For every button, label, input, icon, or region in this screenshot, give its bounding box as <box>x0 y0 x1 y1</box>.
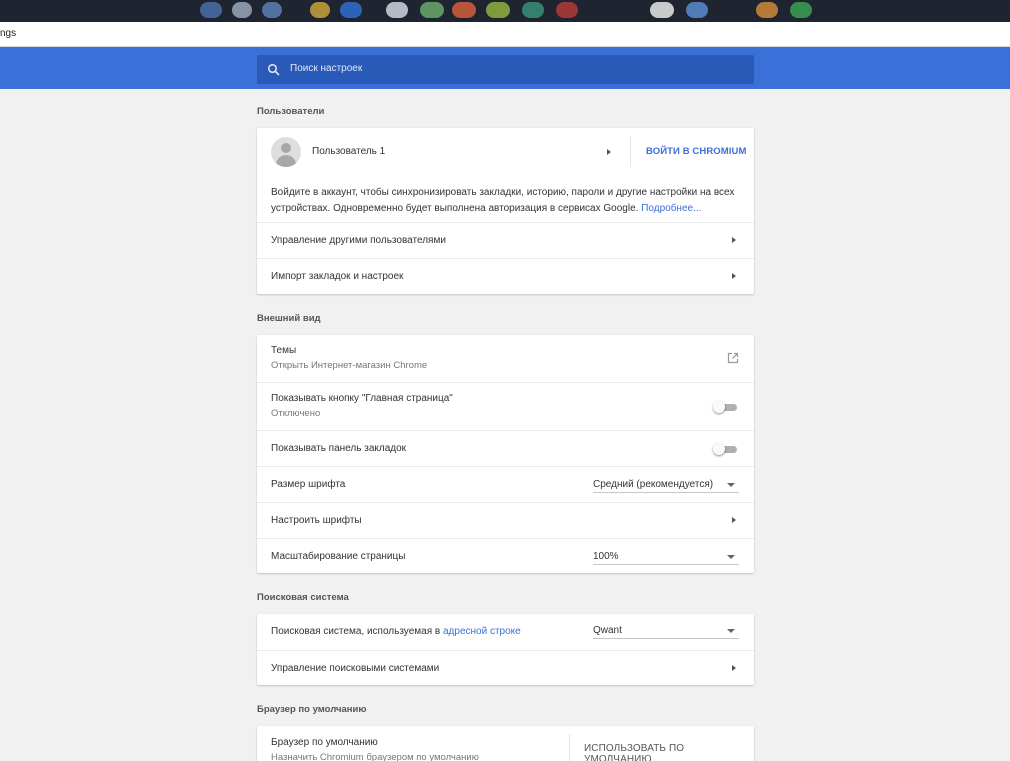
chevron-right-icon <box>732 237 736 243</box>
search-engine-select[interactable]: Qwant <box>593 623 739 639</box>
make-default-button[interactable]: ИСПОЛЬЗОВАТЬ ПО УМОЛЧАНИЮ <box>584 743 754 761</box>
import-row[interactable]: Импорт закладок и настроек <box>257 258 754 294</box>
bookmarks-bar-row[interactable]: Показывать панель закладок <box>257 430 754 466</box>
section-title-users: Пользователи <box>257 106 325 117</box>
customize-fonts-row[interactable]: Настроить шрифты <box>257 502 754 538</box>
divider <box>630 136 631 167</box>
section-title-appearance: Внешний вид <box>257 313 321 324</box>
chevron-right-icon <box>732 665 736 671</box>
manage-users-label: Управление другими пользователями <box>271 235 446 246</box>
search-engine-value: Qwant <box>593 625 622 636</box>
divider <box>569 734 570 761</box>
import-label: Импорт закладок и настроек <box>271 271 404 282</box>
address-bar-link[interactable]: адресной строке <box>443 626 521 637</box>
page-zoom-value: 100% <box>593 551 619 562</box>
chevron-right-icon <box>732 273 736 279</box>
font-size-row: Размер шрифта Средний (рекомендуется) <box>257 466 754 502</box>
home-button-toggle[interactable] <box>713 401 737 413</box>
page-zoom-label: Масштабирование страницы <box>271 551 406 562</box>
profile-row[interactable]: Пользователь 1 ВОЙТИ В CHROMIUM <box>257 128 754 175</box>
page-zoom-select[interactable]: 100% <box>593 549 739 565</box>
section-title-search-engine: Поисковая система <box>257 592 349 603</box>
external-link-icon[interactable] <box>727 352 739 364</box>
search-placeholder: Поиск настроек <box>290 63 363 74</box>
font-size-select[interactable]: Средний (рекомендуется) <box>593 477 739 493</box>
font-size-label: Размер шрифта <box>271 479 346 490</box>
chevron-right-icon[interactable] <box>607 149 611 155</box>
default-browser-card: Браузер по умолчанию Назначить Chromium … <box>257 726 754 761</box>
sign-in-button[interactable]: ВОЙТИ В CHROMIUM <box>646 146 747 157</box>
default-browser-sublabel: Назначить Chromium браузером по умолчани… <box>271 752 479 761</box>
desktop-icon-strip <box>0 0 1010 22</box>
home-button-label: Показывать кнопку "Главная страница" <box>271 393 453 404</box>
users-card: Пользователь 1 ВОЙТИ В CHROMIUM Войдите … <box>257 128 754 294</box>
font-size-value: Средний (рекомендуется) <box>593 479 714 490</box>
dropdown-arrow-icon <box>727 555 735 559</box>
themes-label: Темы <box>271 345 297 356</box>
home-button-sublabel: Отключено <box>271 408 321 419</box>
manage-search-engines-label: Управление поисковыми системами <box>271 663 440 674</box>
dropdown-arrow-icon <box>727 629 735 633</box>
themes-sublabel: Открыть Интернет-магазин Chrome <box>271 360 428 371</box>
search-engine-card: Поисковая система, используемая в адресн… <box>257 614 754 685</box>
section-title-default-browser: Браузер по умолчанию <box>257 704 367 715</box>
dropdown-arrow-icon <box>727 483 735 487</box>
bookmarks-bar-toggle[interactable] <box>713 443 737 455</box>
address-bar-url[interactable]: ngs <box>0 28 16 39</box>
search-settings-input[interactable]: Поиск настроек <box>257 55 754 84</box>
profile-name: Пользователь 1 <box>312 146 386 157</box>
themes-row[interactable]: Темы Открыть Интернет-магазин Chrome <box>257 335 754 382</box>
page-zoom-row: Масштабирование страницы 100% <box>257 538 754 573</box>
search-engine-label-text: Поисковая система, используемая в <box>271 626 441 637</box>
default-browser-row: Браузер по умолчанию Назначить Chromium … <box>257 726 754 761</box>
search-engine-row: Поисковая система, используемая в адресн… <box>257 614 754 650</box>
customize-fonts-label: Настроить шрифты <box>271 515 362 526</box>
default-browser-label: Браузер по умолчанию <box>271 737 378 748</box>
home-button-row[interactable]: Показывать кнопку "Главная страница" Отк… <box>257 382 754 430</box>
address-bar[interactable]: ngs <box>0 22 1010 47</box>
bookmarks-bar-label: Показывать панель закладок <box>271 443 407 454</box>
search-engine-label: Поисковая система, используемая в адресн… <box>271 626 521 637</box>
learn-more-link[interactable]: Подробнее... <box>641 203 701 214</box>
chevron-right-icon <box>732 517 736 523</box>
search-icon <box>267 63 280 76</box>
appearance-card: Темы Открыть Интернет-магазин Chrome Пок… <box>257 335 754 573</box>
manage-users-row[interactable]: Управление другими пользователями <box>257 222 754 258</box>
manage-search-engines-row[interactable]: Управление поисковыми системами <box>257 650 754 685</box>
sync-description: Войдите в аккаунт, чтобы синхронизироват… <box>271 185 741 217</box>
avatar-icon <box>271 137 301 167</box>
